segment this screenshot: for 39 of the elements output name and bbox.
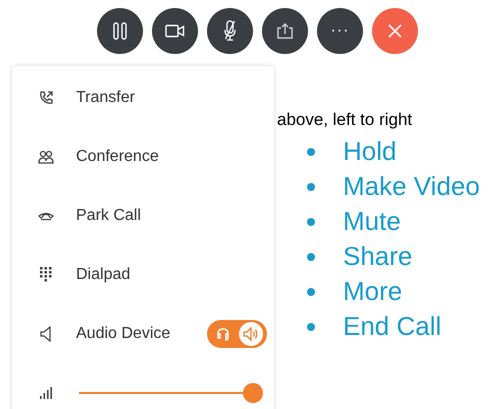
slider-thumb[interactable] <box>243 382 263 402</box>
mute-button[interactable] <box>207 8 253 54</box>
annotation-item: Hold <box>343 136 396 167</box>
bullet-icon <box>307 252 315 260</box>
annotation-title: above, left to right <box>277 110 414 130</box>
bullet-icon <box>307 148 315 156</box>
menu-item[interactable]: Park Call <box>12 186 274 245</box>
bullet-icon <box>307 322 315 330</box>
hangup-phone-icon <box>38 210 54 220</box>
video-camera-icon <box>165 24 185 38</box>
annotation-item: End Call <box>343 311 442 342</box>
share-icon <box>276 22 294 40</box>
speaker-option[interactable] <box>239 322 263 346</box>
menu-item[interactable]: Transfer <box>12 68 274 127</box>
bullet-icon <box>307 182 315 190</box>
headset-icon <box>215 326 231 342</box>
bullet-icon <box>307 288 315 296</box>
close-icon <box>387 23 403 39</box>
pause-icon <box>113 22 127 40</box>
menu-item[interactable]: Audio Device <box>12 304 274 363</box>
menu-item[interactable]: Conference <box>12 127 274 186</box>
audio-device-toggle[interactable] <box>207 320 267 348</box>
more-button[interactable]: ··· <box>317 8 363 54</box>
end-call-button[interactable] <box>372 8 418 54</box>
dialpad-icon <box>38 266 54 282</box>
annotation-item: Mute <box>343 206 401 237</box>
annotation-item: More <box>343 276 402 307</box>
volume-bars-icon <box>38 386 54 398</box>
hold-button[interactable] <box>97 8 143 54</box>
menu-item[interactable]: Dialpad <box>12 245 274 304</box>
annotation-item: Share <box>343 241 412 272</box>
muted-microphone-icon <box>223 20 237 42</box>
people-icon <box>38 148 54 164</box>
speaker-volume-icon <box>243 326 259 342</box>
annotation-item: Make Video <box>343 171 480 202</box>
bullet-icon <box>307 218 315 226</box>
video-button[interactable] <box>152 8 198 54</box>
share-button[interactable] <box>262 8 308 54</box>
phone-arrow-icon <box>38 90 54 106</box>
